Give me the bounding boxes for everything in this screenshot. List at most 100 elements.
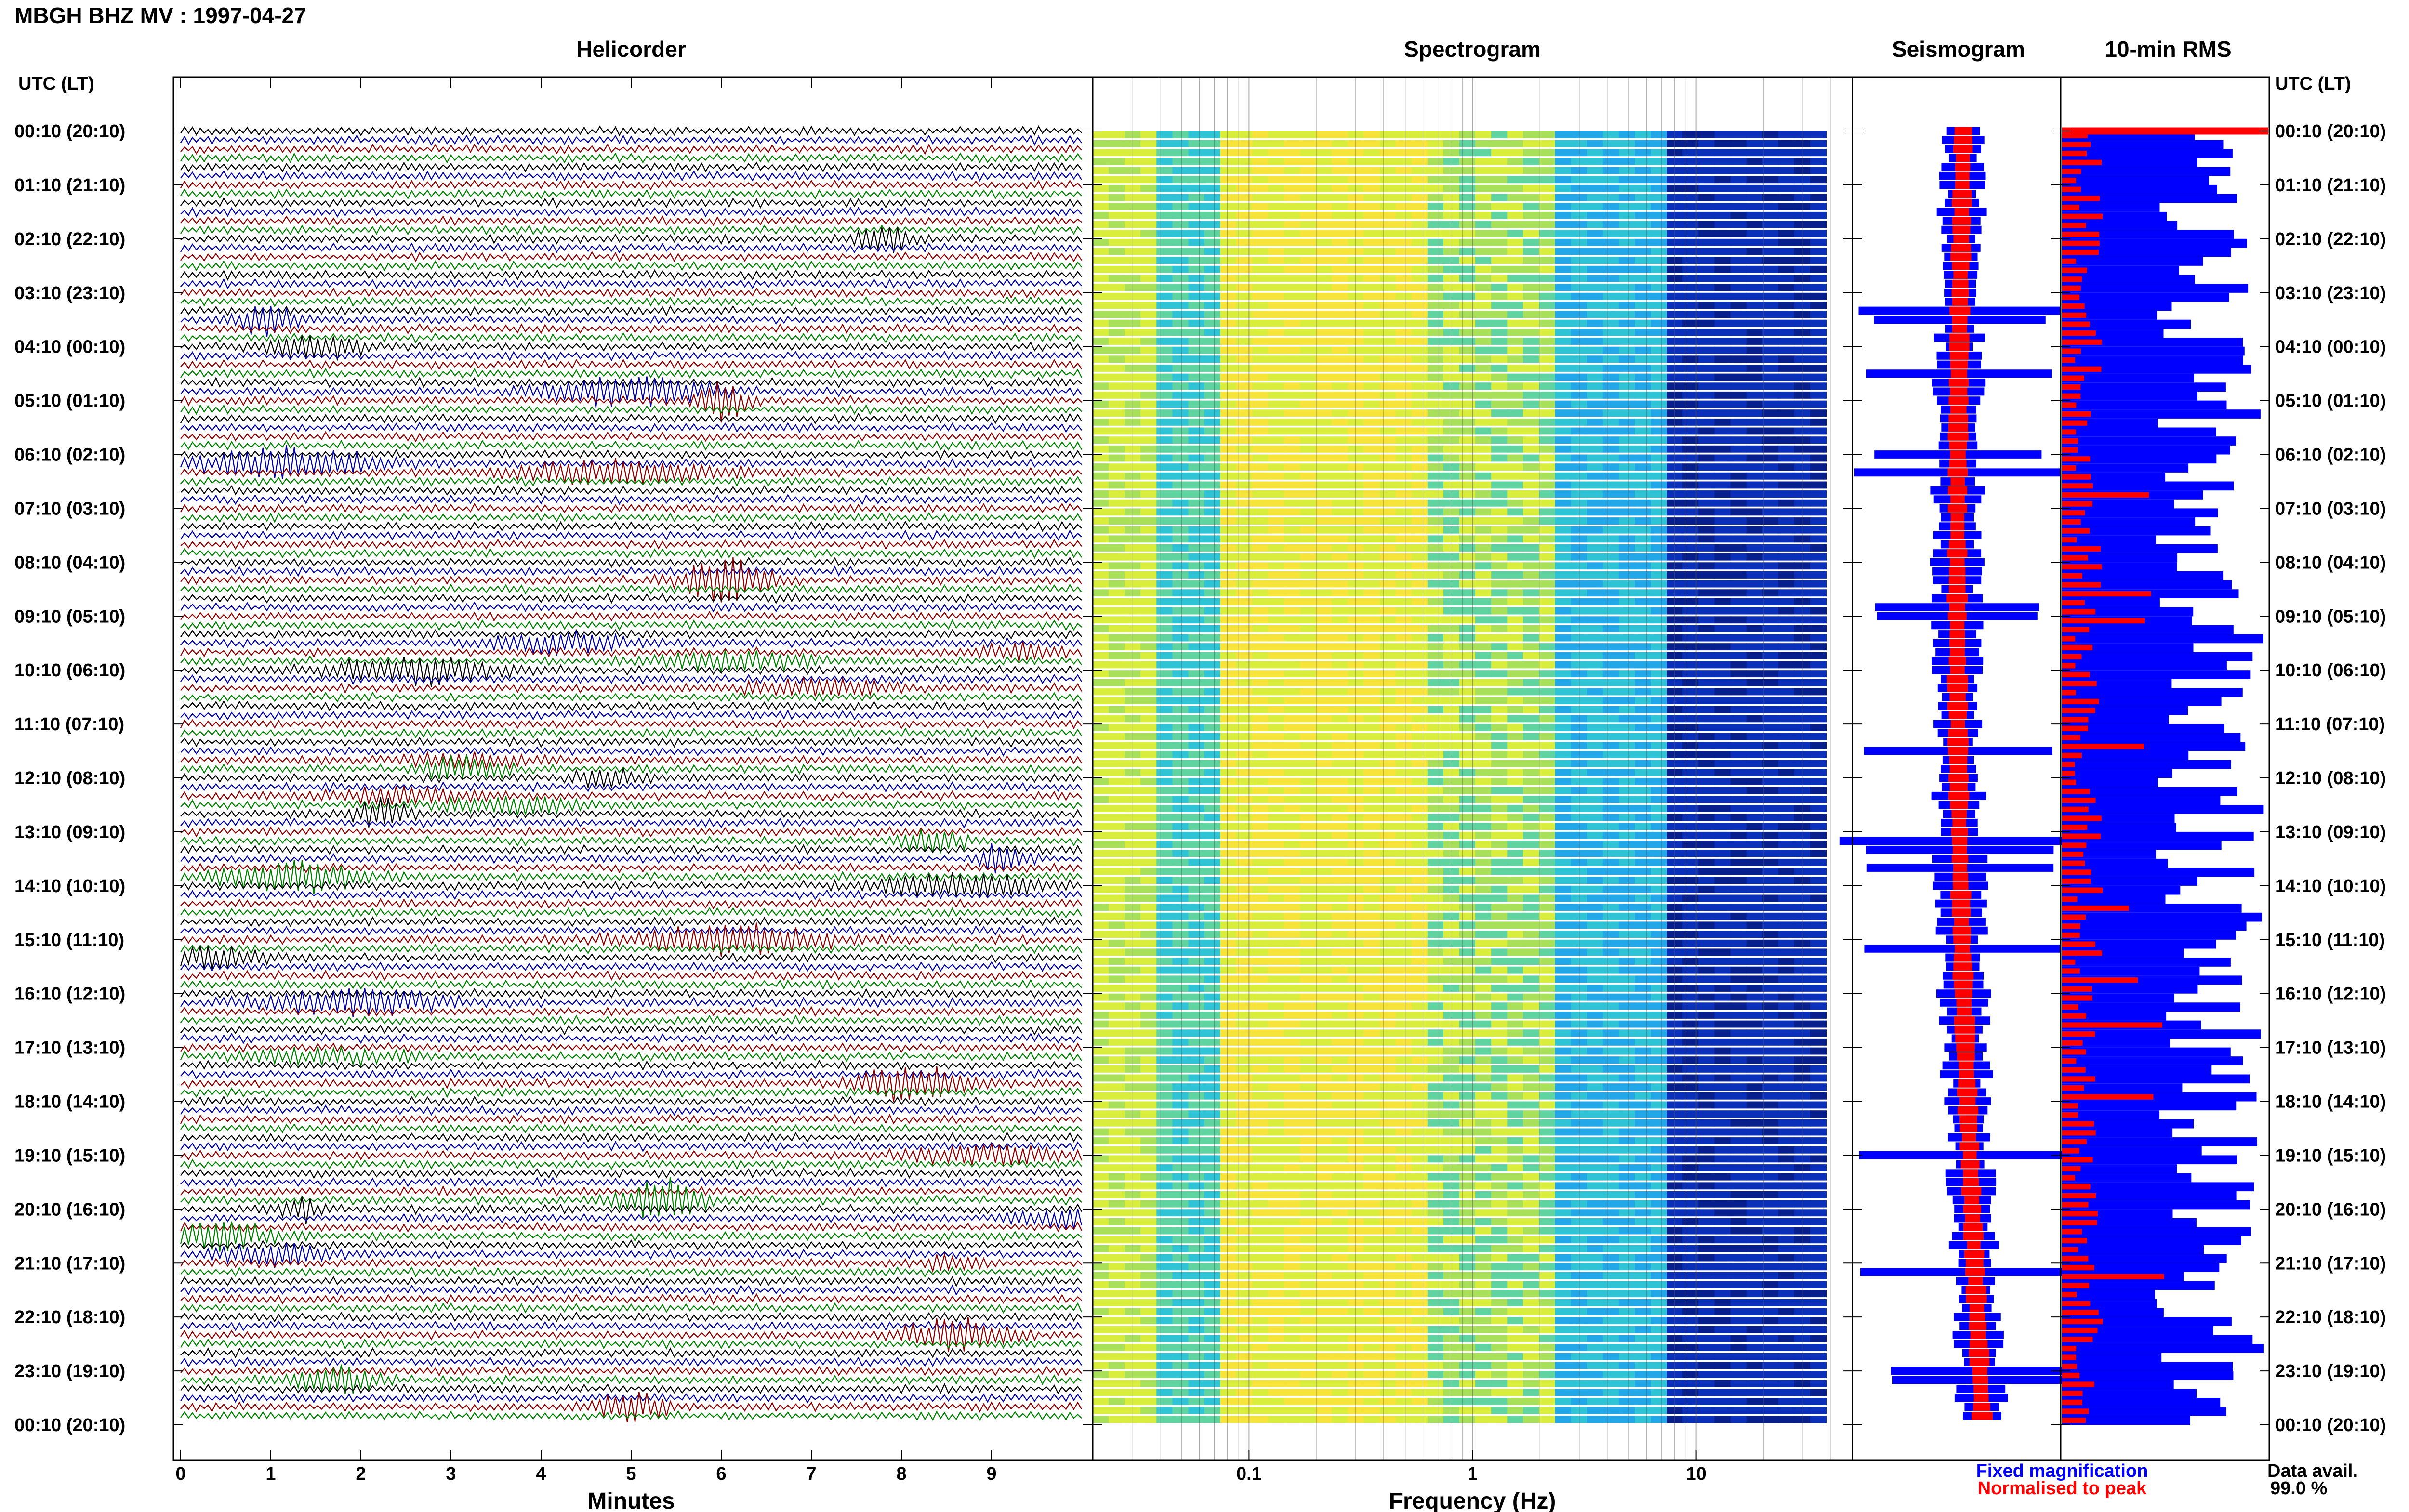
spectrogram-cell bbox=[1762, 751, 1779, 758]
spectrogram-cell bbox=[1300, 544, 1317, 552]
spectrogram-cell bbox=[1204, 831, 1221, 839]
spectrogram-cell bbox=[1109, 418, 1125, 426]
spectrogram-cell bbox=[1284, 329, 1301, 336]
spectrogram-cell bbox=[1284, 338, 1301, 345]
spectrogram-cell bbox=[1284, 769, 1301, 776]
spectrogram-cell bbox=[1507, 265, 1524, 273]
spectrogram-cell bbox=[1379, 688, 1396, 696]
spectrogram-cell bbox=[1459, 850, 1476, 857]
spectrogram-cell bbox=[1762, 904, 1779, 911]
spectrogram-cell bbox=[1300, 329, 1317, 336]
spectrogram-cell bbox=[1093, 841, 1110, 848]
spectrogram-cell bbox=[1459, 607, 1476, 615]
spectrogram-cell bbox=[1395, 778, 1412, 785]
spectrogram-cell bbox=[1539, 1020, 1556, 1028]
spectrogram-cell bbox=[1539, 194, 1556, 201]
spectrogram-cell bbox=[1332, 311, 1349, 318]
spectrogram-cell bbox=[1459, 625, 1476, 632]
spectrogram-cell bbox=[1395, 769, 1412, 776]
spectrogram-cell bbox=[1252, 697, 1269, 704]
spectrogram-cell bbox=[1667, 796, 1683, 803]
spectrogram-cell bbox=[1348, 885, 1364, 893]
spectrogram-cell bbox=[1220, 796, 1237, 803]
spectrogram-cell bbox=[1395, 715, 1412, 723]
spectrogram-cell bbox=[1363, 823, 1380, 830]
spectrogram-cell bbox=[1667, 787, 1683, 794]
spectrogram-cell bbox=[1093, 194, 1110, 201]
spectrogram-cell bbox=[1810, 589, 1827, 597]
spectrogram-cell bbox=[1220, 688, 1237, 696]
spectrogram-cell bbox=[1539, 993, 1556, 1001]
spectrogram-cell bbox=[1539, 912, 1556, 920]
spectrogram-cell bbox=[1252, 346, 1269, 354]
spectrogram-cell bbox=[1156, 454, 1173, 462]
spectrogram-cell bbox=[1172, 598, 1189, 605]
spectrogram-cell bbox=[1268, 248, 1285, 255]
spectrogram-cell bbox=[1730, 706, 1747, 713]
spectrogram-cell bbox=[1363, 607, 1380, 615]
spectrogram-cell bbox=[1363, 580, 1380, 588]
spectrogram-cell bbox=[1252, 373, 1269, 381]
spectrogram-cell bbox=[1698, 418, 1715, 426]
spectrogram-cell bbox=[1459, 858, 1476, 866]
spectrogram-cell bbox=[1475, 562, 1492, 570]
spectrogram-cell bbox=[1618, 454, 1635, 462]
spectrogram-cell bbox=[1363, 1012, 1380, 1019]
spectrogram-cell bbox=[1459, 167, 1476, 174]
spectrogram-cell bbox=[1379, 607, 1396, 615]
spectrogram-cell bbox=[1746, 400, 1763, 408]
spectrogram-cell bbox=[1348, 1056, 1364, 1064]
spectrogram-cell bbox=[1188, 338, 1205, 345]
spectrogram-cell bbox=[1762, 625, 1779, 632]
spectrogram-cell bbox=[1379, 463, 1396, 471]
figure: MBGH BHZ MV : 1997-04-27 Helicorder Spec… bbox=[14, 3, 2386, 1512]
spectrogram-cell bbox=[1794, 275, 1811, 282]
spectrogram-cell bbox=[1156, 158, 1173, 165]
spectrogram-cell bbox=[1156, 499, 1173, 507]
spectrogram-cell bbox=[1140, 257, 1157, 264]
spectrogram-cell bbox=[1730, 868, 1747, 875]
spectrogram-cell bbox=[1602, 733, 1619, 740]
spectrogram-cell bbox=[1348, 292, 1364, 300]
spectrogram-cell bbox=[1093, 706, 1110, 713]
spectrogram-cell bbox=[1555, 238, 1572, 246]
spectrogram-cell bbox=[1778, 805, 1795, 812]
spectrogram-cell bbox=[1667, 814, 1683, 821]
spectrogram-cell bbox=[1618, 211, 1635, 219]
spectrogram-cell bbox=[1794, 131, 1811, 138]
helicorder-trace bbox=[180, 350, 1082, 362]
spectrogram-cell bbox=[1411, 931, 1428, 938]
spectrogram-cell bbox=[1730, 1020, 1747, 1028]
spectrogram-cell bbox=[1395, 751, 1412, 758]
spectrogram-cell bbox=[1651, 814, 1668, 821]
spectrogram-cell bbox=[1810, 499, 1827, 507]
spectrogram-cell bbox=[1539, 939, 1556, 947]
spectrogram-cell bbox=[1698, 391, 1715, 399]
spectrogram-cell bbox=[1714, 562, 1731, 570]
spectrogram-cell bbox=[1125, 661, 1141, 669]
spectrogram-cell bbox=[1651, 257, 1668, 264]
spectrogram-cell bbox=[1411, 796, 1428, 803]
spectrogram-cell bbox=[1507, 1002, 1524, 1010]
spectrogram-cell bbox=[1475, 1065, 1492, 1073]
spectrogram-cell bbox=[1188, 257, 1205, 264]
spectrogram-cell bbox=[1316, 868, 1333, 875]
spectrogram-cell bbox=[1507, 966, 1524, 974]
spectrogram-cell bbox=[1204, 580, 1221, 588]
spectrogram-cell bbox=[1363, 436, 1380, 444]
spectrogram-cell bbox=[1714, 625, 1731, 632]
spectrogram-cell bbox=[1746, 742, 1763, 749]
spectrogram-cell bbox=[1348, 454, 1364, 462]
spectrogram-cell bbox=[1443, 1065, 1460, 1073]
spectrogram-cell bbox=[1252, 625, 1269, 632]
spectrogram-cell bbox=[1348, 499, 1364, 507]
spectrogram-cell bbox=[1602, 688, 1619, 696]
spectrogram-cell bbox=[1140, 921, 1157, 929]
spectrogram-cell bbox=[1618, 670, 1635, 678]
spectrogram-cell bbox=[1475, 661, 1492, 669]
spectrogram-cell bbox=[1443, 1047, 1460, 1055]
spectrogram-cell bbox=[1300, 517, 1317, 525]
spectrogram-cell bbox=[1475, 211, 1492, 219]
spectrogram-cell bbox=[1172, 535, 1189, 543]
spectrogram-cell bbox=[1140, 607, 1157, 615]
